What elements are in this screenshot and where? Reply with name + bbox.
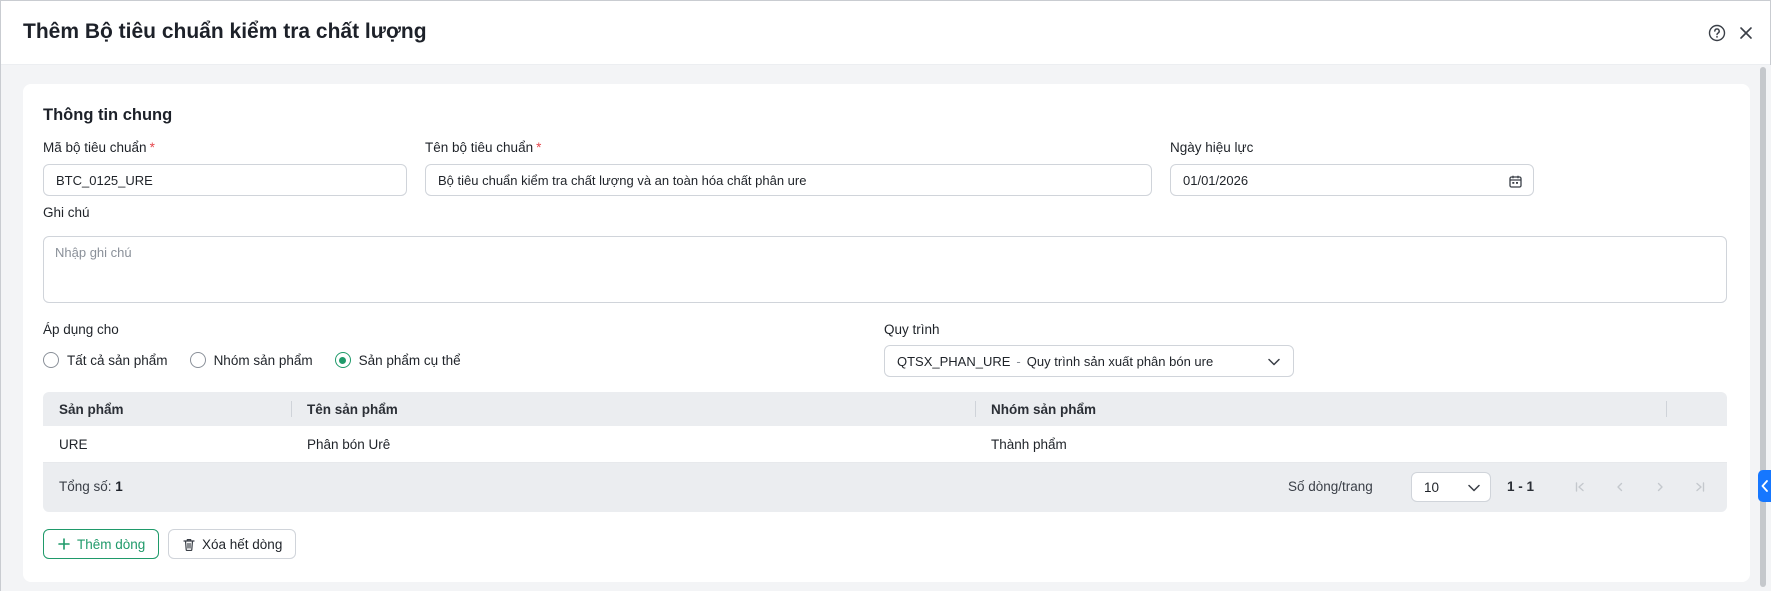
radio-specific-product[interactable]: Sản phẩm cụ thể — [334, 352, 461, 368]
code-label: Mã bộ tiêu chuẩn * — [43, 140, 155, 155]
help-circle-icon[interactable] — [1706, 22, 1728, 44]
apply-for-label: Áp dụng cho — [43, 322, 119, 337]
dialog-title: Thêm Bộ tiêu chuẩn kiểm tra chất lượng — [23, 20, 427, 43]
chevron-down-icon — [1467, 481, 1481, 495]
name-input[interactable]: Bộ tiêu chuẩn kiểm tra chất lượng và an … — [425, 164, 1152, 196]
apply-for-radio-group: Tất cả sản phẩm Nhóm sản phẩm Sản phẩm c… — [43, 350, 483, 370]
trash-icon — [182, 537, 196, 551]
radio-all-products[interactable]: Tất cả sản phẩm — [43, 352, 168, 368]
code-input[interactable]: BTC_0125_URE — [43, 164, 407, 196]
process-select[interactable]: QTSX_PHAN_URE - Quy trình sản xuất phân … — [884, 345, 1294, 377]
name-label: Tên bộ tiêu chuẩn * — [425, 140, 542, 155]
process-label: Quy trình — [884, 322, 940, 337]
clear-rows-label: Xóa hết dòng — [202, 536, 283, 552]
table-row[interactable]: URE Phân bón Urê Thành phẩm — [43, 426, 1727, 463]
effective-date-label: Ngày hiệu lực — [1170, 140, 1254, 155]
rows-per-page-select[interactable]: 10 — [1411, 472, 1491, 502]
radio-product-group[interactable]: Nhóm sản phẩm — [189, 352, 313, 368]
chevron-left-icon — [1761, 480, 1768, 492]
cell-product: URE — [59, 437, 88, 452]
radio-circle — [189, 352, 206, 368]
vertical-scrollbar[interactable] — [1758, 65, 1768, 591]
calendar-icon[interactable] — [1507, 173, 1523, 189]
cell-product-name: Phân bón Urê — [307, 437, 391, 452]
grid-footer: Tổng số: 1 Số dòng/trang 10 1 - 1 — [43, 463, 1727, 512]
chevron-down-icon — [1267, 355, 1281, 369]
note-textarea[interactable]: Nhập ghi chú — [43, 236, 1727, 303]
grid-header: Sản phẩm Tên sản phẩm Nhóm sản phẩm — [43, 392, 1727, 426]
add-row-button[interactable]: Thêm dòng — [43, 529, 160, 559]
general-info-card: Thông tin chung Mã bộ tiêu chuẩn * BTC_01… — [23, 84, 1750, 582]
side-panel-toggle[interactable] — [1758, 470, 1771, 502]
plus-icon — [57, 537, 71, 551]
next-page-icon[interactable] — [1652, 479, 1668, 495]
first-page-icon[interactable] — [1572, 479, 1588, 495]
cell-product-group: Thành phẩm — [991, 437, 1067, 452]
page-range: 1 - 1 — [1507, 479, 1535, 494]
column-header-product-name[interactable]: Tên sản phẩm — [307, 392, 398, 426]
dialog: Thêm Bộ tiêu chuẩn kiểm tra chất lượng T… — [0, 0, 1771, 591]
note-label: Ghi chú — [43, 205, 90, 220]
radio-circle-checked — [334, 352, 351, 368]
effective-date-input[interactable]: 01/01/2026 — [1170, 164, 1534, 196]
rows-per-page-label: Số dòng/trang — [1288, 479, 1373, 494]
clear-rows-button[interactable]: Xóa hết dòng — [168, 529, 297, 559]
section-title: Thông tin chung — [43, 106, 173, 124]
required-mark: * — [149, 140, 155, 155]
required-mark: * — [536, 140, 542, 155]
column-header-product-group[interactable]: Nhóm sản phẩm — [991, 392, 1096, 426]
total-count: Tổng số: 1 — [59, 479, 123, 494]
add-row-label: Thêm dòng — [77, 536, 146, 552]
previous-page-icon[interactable] — [1612, 479, 1628, 495]
radio-circle — [43, 352, 59, 368]
column-divider[interactable] — [291, 401, 292, 417]
column-header-product[interactable]: Sản phẩm — [59, 392, 124, 426]
process-code: QTSX_PHAN_URE — [897, 353, 1011, 369]
close-icon[interactable] — [1735, 22, 1757, 44]
product-grid: Sản phẩm Tên sản phẩm Nhóm sản phẩm URE … — [43, 392, 1727, 512]
column-divider[interactable] — [975, 401, 976, 417]
dialog-header: Thêm Bộ tiêu chuẩn kiểm tra chất lượng — [1, 1, 1770, 65]
last-page-icon[interactable] — [1692, 479, 1708, 495]
process-separator: - — [1016, 353, 1021, 369]
column-divider[interactable] — [1666, 401, 1667, 417]
process-name: Quy trình sản xuất phân bón ure — [1026, 353, 1214, 369]
scroll-thumb[interactable] — [1760, 67, 1766, 587]
